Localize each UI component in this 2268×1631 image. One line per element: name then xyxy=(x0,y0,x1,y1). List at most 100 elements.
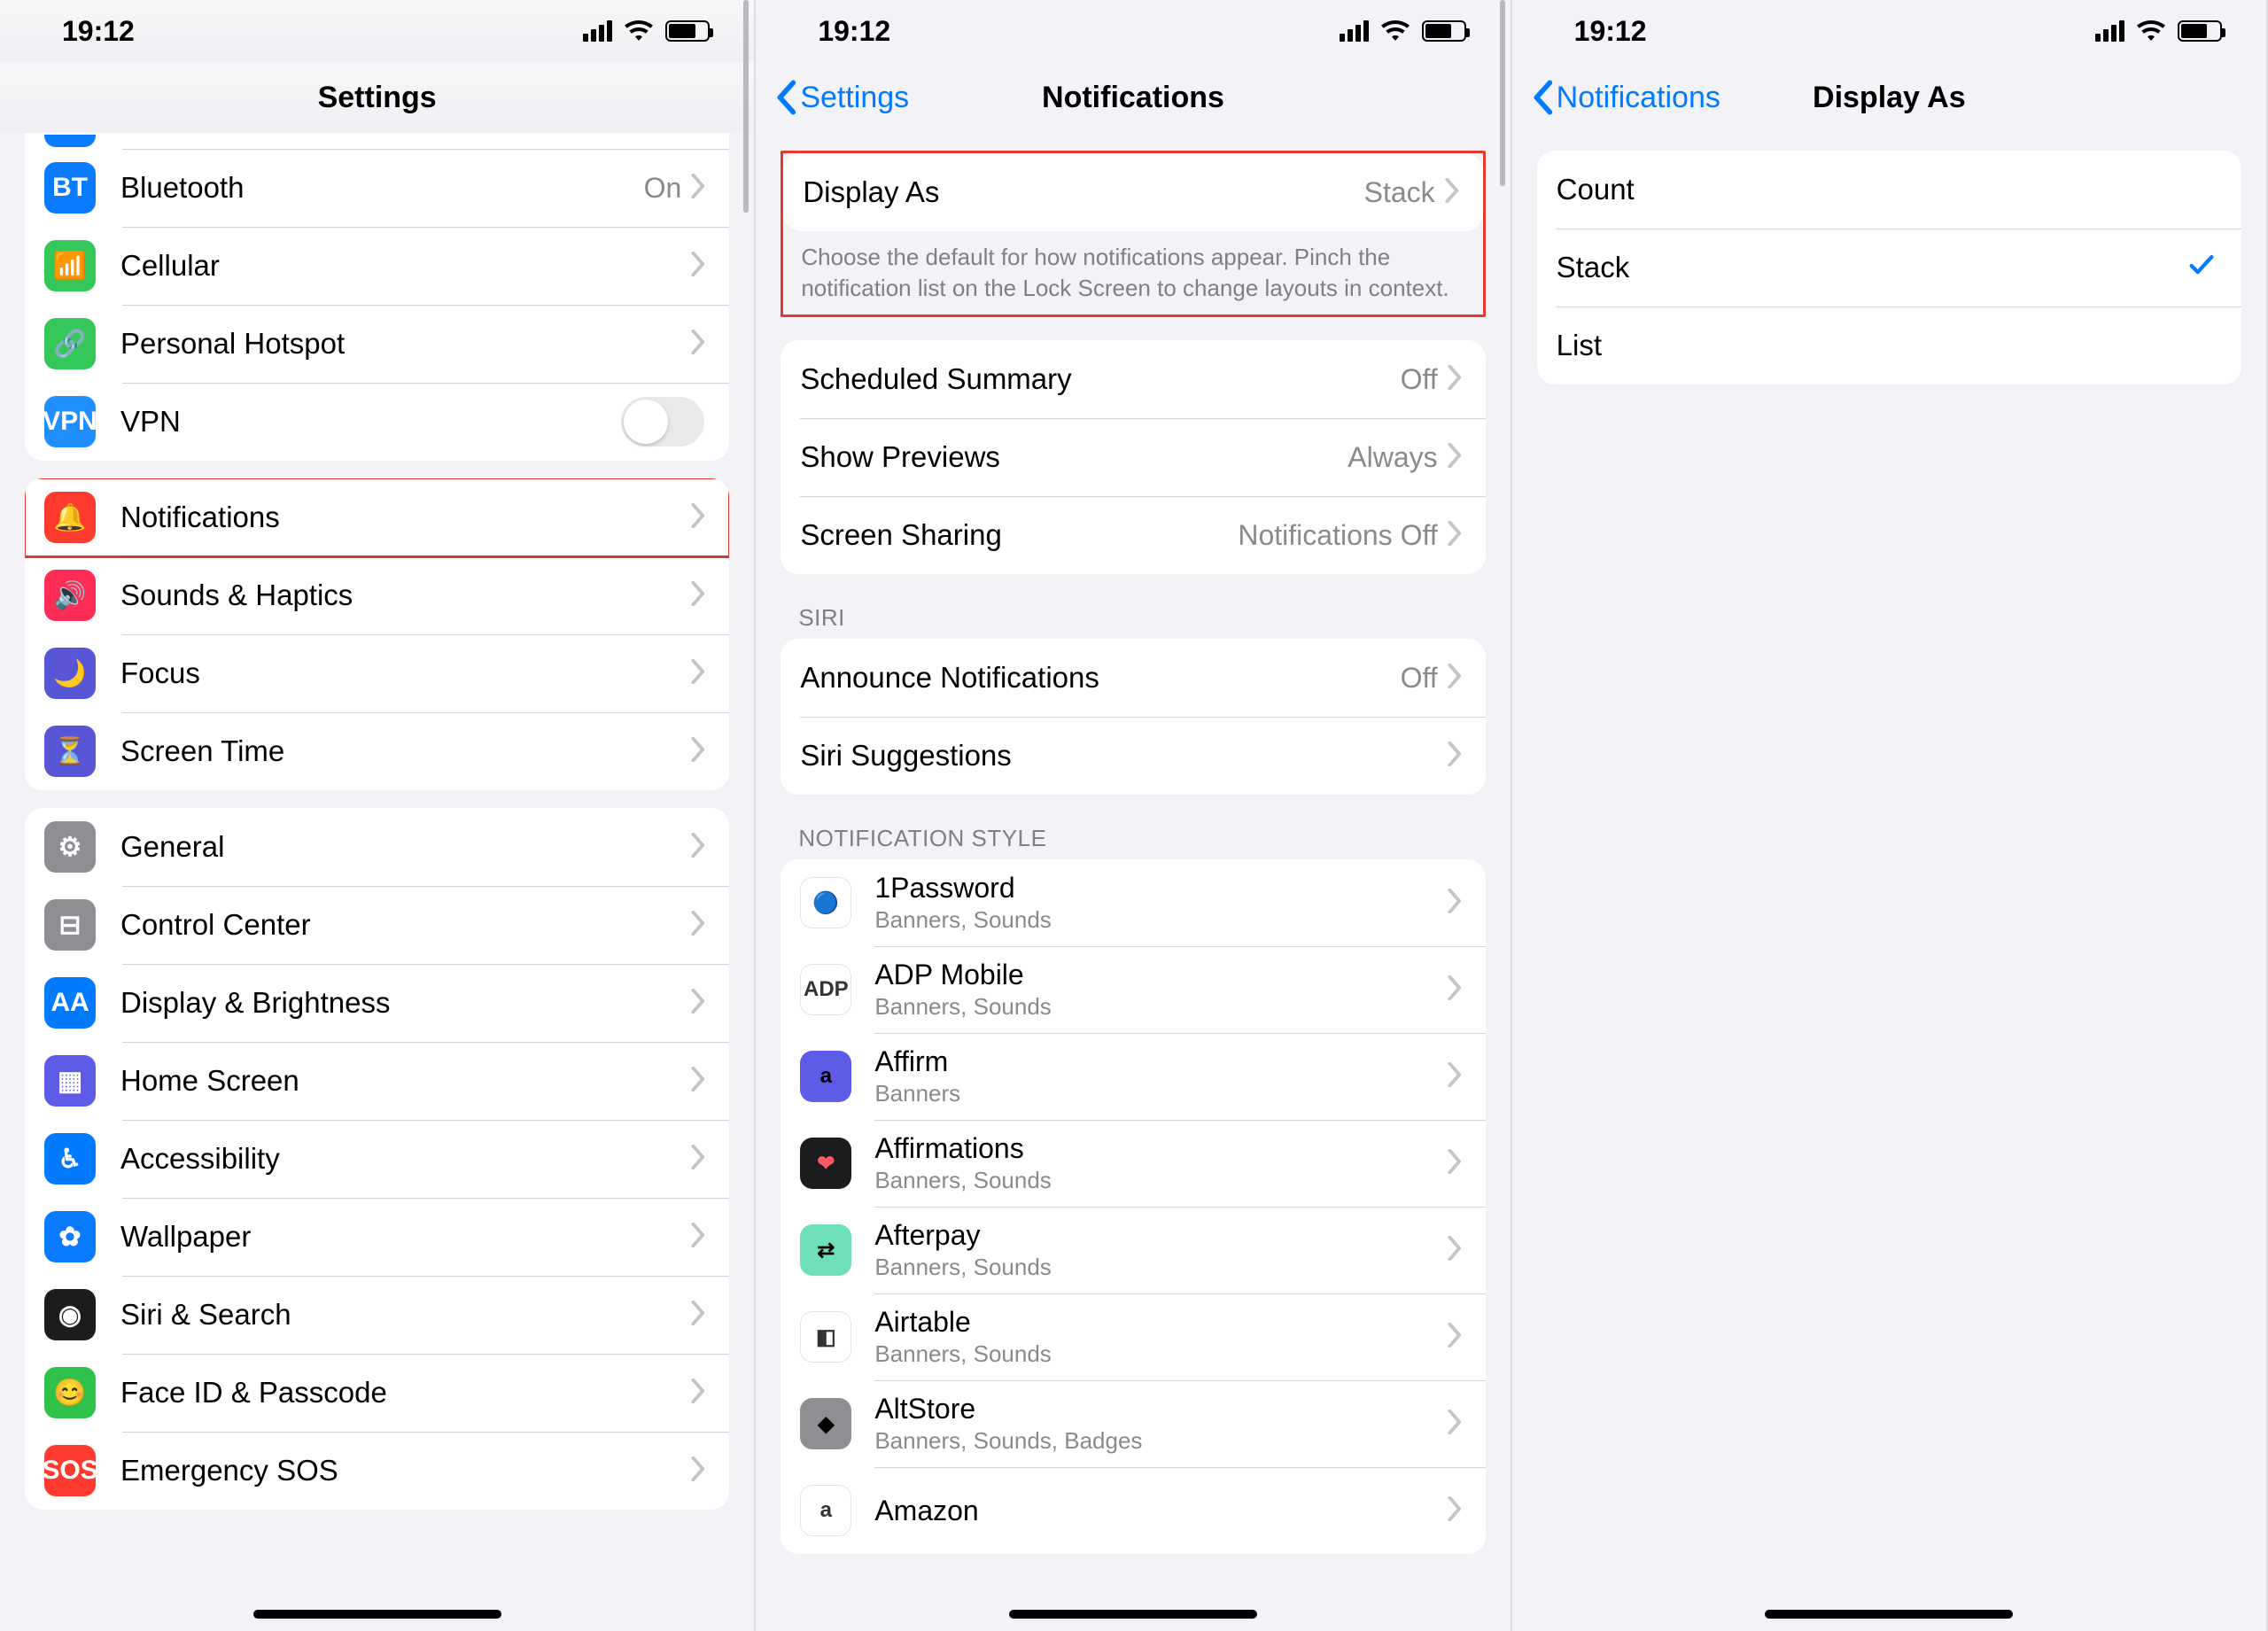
option-count[interactable]: Count xyxy=(1537,151,2241,229)
app-row-adp-mobile[interactable]: ADPADP MobileBanners, Sounds xyxy=(781,946,1485,1033)
display-as-row[interactable]: Display As Stack xyxy=(783,153,1482,231)
status-bar: 19:12 xyxy=(0,0,754,62)
home-indicator[interactable] xyxy=(1009,1610,1257,1619)
chevron-right-icon xyxy=(690,911,704,940)
display-as-group: Display As Stack xyxy=(783,153,1482,231)
back-button[interactable]: Settings xyxy=(773,80,909,115)
accessibility-icon: ♿︎ xyxy=(44,1133,96,1184)
personal-hotspot-icon: 🔗 xyxy=(44,318,96,369)
option-stack[interactable]: Stack xyxy=(1537,229,2241,307)
row-label: Face ID & Passcode xyxy=(120,1376,681,1410)
screen-time-icon: ⏳ xyxy=(44,726,96,777)
row-detail: Off xyxy=(1401,662,1438,695)
scrollbar[interactable] xyxy=(1500,133,1505,186)
check-icon xyxy=(2186,251,2217,285)
settings-row-notifications[interactable]: 🔔Notifications xyxy=(25,478,729,556)
app-row-affirm[interactable]: aAffirmBanners xyxy=(781,1033,1485,1120)
settings-group-notifications: 🔔Notifications🔊Sounds & Haptics🌙Focus⏳Sc… xyxy=(25,478,729,790)
settings-row-focus[interactable]: 🌙Focus xyxy=(25,634,729,712)
row-screen-sharing[interactable]: Screen SharingNotifications Off xyxy=(781,496,1485,574)
display-as-options[interactable]: Count Stack List xyxy=(1512,133,2266,1631)
wifi-icon xyxy=(2137,15,2165,48)
settings-row-wallpaper[interactable]: ✿Wallpaper xyxy=(25,1198,729,1276)
home-screen-icon: ▦ xyxy=(44,1055,96,1107)
app-row-airtable[interactable]: ◧AirtableBanners, Sounds xyxy=(781,1293,1485,1380)
app-row-amazon[interactable]: aAmazon xyxy=(781,1467,1485,1554)
toggle[interactable] xyxy=(621,397,704,447)
row-show-previews[interactable]: Show PreviewsAlways xyxy=(781,418,1485,496)
row-label: Announce Notifications xyxy=(800,661,1389,695)
settings-row-display-brightness[interactable]: AADisplay & Brightness xyxy=(25,964,729,1042)
option-list[interactable]: List xyxy=(1537,307,2241,384)
siri-header: SIRI xyxy=(798,604,1467,632)
row-siri-suggestions[interactable]: Siri Suggestions xyxy=(781,717,1485,795)
row-detail: On xyxy=(644,172,682,205)
cellular-signal-icon xyxy=(2095,20,2124,42)
row-label: Emergency SOS xyxy=(120,1454,681,1487)
notifications-list[interactable]: Display As Stack Choose the default for … xyxy=(756,133,1510,1631)
settings-row-partial[interactable] xyxy=(25,133,729,149)
chevron-right-icon xyxy=(690,174,704,203)
app-row-afterpay[interactable]: ⇄AfterpayBanners, Sounds xyxy=(781,1207,1485,1293)
nav-bar: Settings xyxy=(0,62,754,133)
row-scheduled-summary[interactable]: Scheduled SummaryOff xyxy=(781,340,1485,418)
app-row-1password[interactable]: 🔵1PasswordBanners, Sounds xyxy=(781,859,1485,946)
chevron-right-icon xyxy=(690,1379,704,1408)
status-bar: 19:12 xyxy=(756,0,1510,62)
settings-row-vpn[interactable]: VPNVPN xyxy=(25,383,729,461)
chevron-right-icon xyxy=(690,330,704,359)
affirm-app-icon: a xyxy=(800,1051,851,1102)
chevron-right-icon xyxy=(1447,1410,1461,1439)
settings-row-home-screen[interactable]: ▦ Home Screen xyxy=(25,1042,729,1120)
settings-row-general[interactable]: ⚙︎General xyxy=(25,808,729,886)
settings-row-siri-search[interactable]: ◉Siri & Search xyxy=(25,1276,729,1354)
settings-row-personal-hotspot[interactable]: 🔗 Personal Hotspot xyxy=(25,305,729,383)
app-sub: Banners, Sounds xyxy=(874,1340,1437,1368)
settings-row-bluetooth[interactable]: BTBluetoothOn xyxy=(25,149,729,227)
row-label: Accessibility xyxy=(120,1142,681,1176)
chevron-right-icon xyxy=(1447,365,1461,394)
chevron-right-icon xyxy=(1447,521,1461,550)
home-indicator[interactable] xyxy=(253,1610,501,1619)
back-button[interactable]: Notifications xyxy=(1530,80,1720,115)
display-as-highlight: Display As Stack Choose the default for … xyxy=(781,151,1485,317)
status-icons xyxy=(1340,15,1466,48)
settings-row-sounds-haptics[interactable]: 🔊Sounds & Haptics xyxy=(25,556,729,634)
scrollbar[interactable] xyxy=(743,133,749,213)
settings-row-emergency-sos[interactable]: SOSEmergency SOS xyxy=(25,1432,729,1510)
settings-row-control-center[interactable]: ⊟Control Center xyxy=(25,886,729,964)
settings-row-screen-time[interactable]: ⏳Screen Time xyxy=(25,712,729,790)
chevron-right-icon xyxy=(1447,1062,1461,1091)
option-label: Stack xyxy=(1557,251,2186,284)
settings-list[interactable]: BTBluetoothOn📶Cellular 🔗 Personal Hotspot V… xyxy=(0,133,754,1631)
settings-row-accessibility[interactable]: ♿︎ Accessibility xyxy=(25,1120,729,1198)
battery-icon xyxy=(665,20,710,42)
altstore-app-icon: ◆ xyxy=(800,1398,851,1449)
chevron-right-icon xyxy=(690,989,704,1018)
option-label: List xyxy=(1557,329,2217,362)
afterpay-app-icon: ⇄ xyxy=(800,1224,851,1276)
chevron-right-icon xyxy=(1447,1323,1461,1352)
amazon-app-icon: a xyxy=(800,1485,851,1536)
chevron-right-icon xyxy=(690,737,704,766)
row-label: Home Screen xyxy=(120,1064,681,1098)
chevron-right-icon xyxy=(690,581,704,610)
app-sub: Banners, Sounds, Badges xyxy=(874,1427,1437,1455)
row-announce-notifications[interactable]: Announce Notifications Off xyxy=(781,639,1485,717)
home-indicator[interactable] xyxy=(1765,1610,2013,1619)
vpn-icon: VPN xyxy=(44,396,96,447)
status-bar: 19:12 xyxy=(1512,0,2266,62)
nav-bar: Settings Notifications xyxy=(756,62,1510,133)
chevron-right-icon xyxy=(690,1456,704,1486)
siri-search-icon: ◉ xyxy=(44,1289,96,1340)
app-sub: Banners, Sounds xyxy=(874,906,1437,934)
display-as-footer: Choose the default for how notifications… xyxy=(801,242,1464,304)
settings-row-cellular[interactable]: 📶Cellular xyxy=(25,227,729,305)
app-row-affirmations[interactable]: ❤AffirmationsBanners, Sounds xyxy=(781,1120,1485,1207)
status-time: 19:12 xyxy=(1574,15,1647,48)
chevron-right-icon xyxy=(690,659,704,688)
battery-icon xyxy=(1422,20,1466,42)
row-label: Personal Hotspot xyxy=(120,327,681,361)
app-row-altstore[interactable]: ◆AltStoreBanners, Sounds, Badges xyxy=(781,1380,1485,1467)
settings-row-faceid-passcode[interactable]: 😊Face ID & Passcode xyxy=(25,1354,729,1432)
